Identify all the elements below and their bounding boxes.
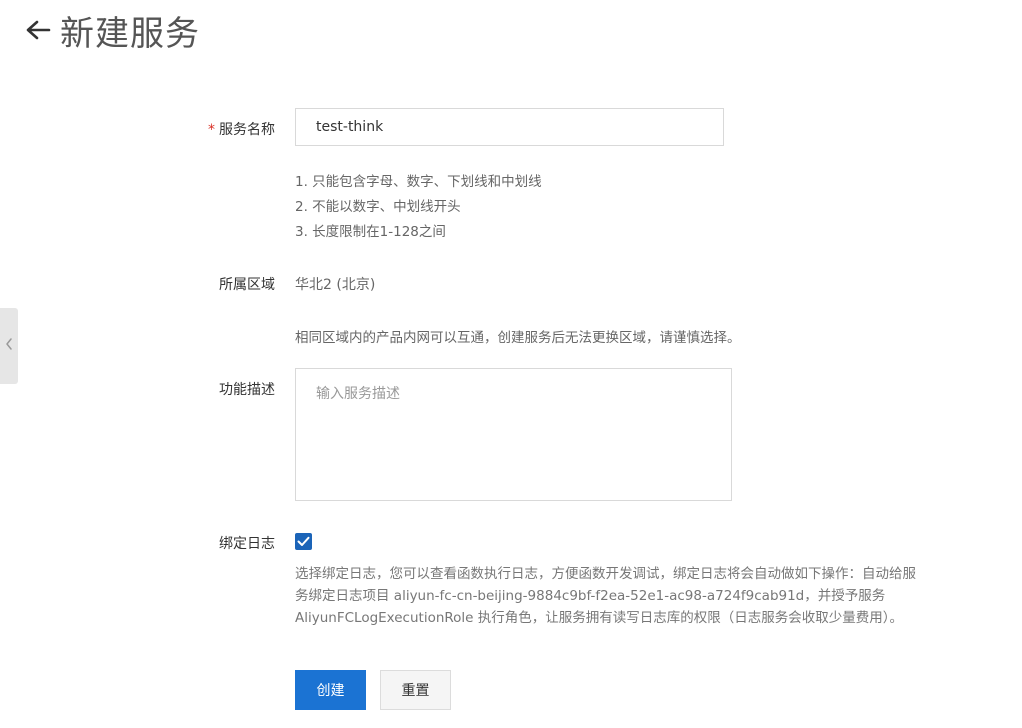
bind-log-checkbox[interactable] xyxy=(295,533,312,550)
bind-log-label: 绑定日志 xyxy=(219,536,275,552)
create-button[interactable]: 创建 xyxy=(295,670,366,710)
service-name-label-text: 服务名称 xyxy=(219,122,275,138)
description-textarea[interactable] xyxy=(295,368,732,501)
sidebar-toggle[interactable] xyxy=(0,308,18,384)
arrow-left-icon[interactable] xyxy=(24,16,52,44)
rule-item: 2. 不能以数字、中划线开头 xyxy=(295,199,461,215)
checkmark-icon xyxy=(297,532,310,551)
reset-button[interactable]: 重置 xyxy=(380,670,451,710)
rule-item: 1. 只能包含字母、数字、下划线和中划线 xyxy=(295,174,542,190)
chevron-left-icon xyxy=(4,336,14,356)
region-value: 华北2 (北京) xyxy=(295,277,376,293)
page-title: 新建服务 xyxy=(60,13,200,54)
page-header: 新建服务 xyxy=(24,8,200,54)
region-label: 所属区域 xyxy=(219,277,275,293)
required-mark: * xyxy=(208,122,215,138)
rule-item: 3. 长度限制在1-128之间 xyxy=(295,224,446,240)
description-label: 功能描述 xyxy=(219,382,275,398)
service-name-input[interactable] xyxy=(295,108,724,146)
service-name-rules: 1. 只能包含字母、数字、下划线和中划线 2. 不能以数字、中划线开头 3. 长… xyxy=(295,170,542,245)
service-name-label: * 服务名称 xyxy=(208,119,275,139)
region-note: 相同区域内的产品内网可以互通，创建服务后无法更换区域，请谨慎选择。 xyxy=(295,330,741,346)
bind-log-description: 选择绑定日志，您可以查看函数执行日志，方便函数开发调试，绑定日志将会自动做如下操… xyxy=(295,566,916,626)
